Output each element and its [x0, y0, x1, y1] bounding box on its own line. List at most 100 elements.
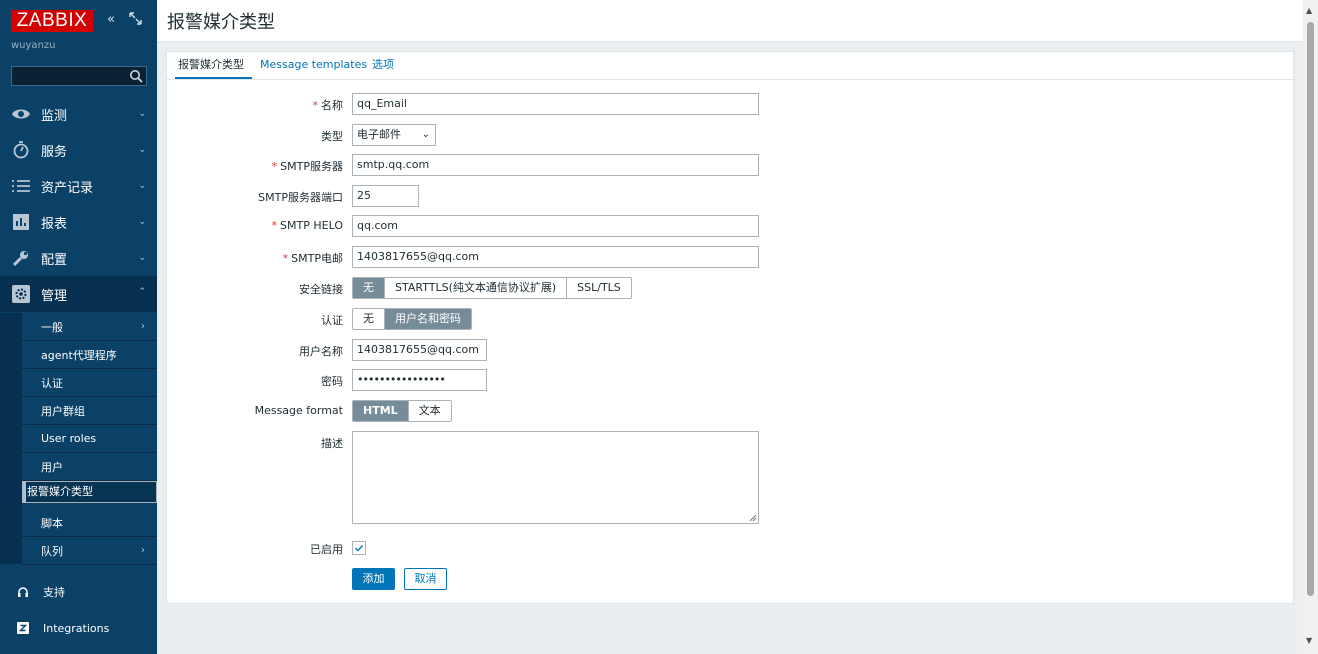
submenu-label: 队列 [41, 544, 63, 558]
required-marker: * [312, 99, 319, 112]
submenu-general[interactable]: 一般 › [22, 313, 157, 341]
chevron-down-icon: ⌄ [138, 109, 146, 119]
menu-monitoring[interactable]: 监测 ⌄ [0, 96, 157, 132]
tab-options[interactable]: 选项 [369, 58, 397, 72]
chevron-down-icon: ⌄ [138, 217, 146, 227]
username-label: 用户名称 [299, 345, 343, 358]
smtp-email-input[interactable]: 1403817655@qq.com [352, 246, 759, 268]
chevron-up-icon: ⌃ [138, 287, 146, 297]
submenu-user-groups[interactable]: 用户群组 [22, 397, 157, 425]
submenu-queue[interactable]: 队列 › [22, 537, 157, 565]
security-option-none[interactable]: 无 [353, 278, 385, 298]
chevron-down-icon: ⌄ [421, 129, 430, 140]
wrench-icon [11, 248, 31, 268]
menu-administration[interactable]: 管理 ⌃ [0, 276, 157, 312]
security-toggle: 无 STARTTLS(纯文本通信协议扩展) SSL/TLS [352, 277, 632, 299]
submenu-scripts[interactable]: 脚本 [22, 509, 157, 537]
zabbix-logo[interactable]: ZABBIX [11, 10, 93, 32]
required-marker: * [271, 219, 278, 232]
smtp-email-label-text: SMTP电邮 [291, 252, 343, 265]
kiosk-mode-icon[interactable] [129, 12, 142, 30]
enabled-checkbox[interactable] [352, 541, 366, 555]
security-option-ssl-tls[interactable]: SSL/TLS [567, 278, 631, 298]
smtp-helo-label-text: SMTP HELO [280, 219, 343, 232]
menu-label: 资产记录 [41, 180, 94, 196]
chevron-right-icon: › [141, 545, 145, 556]
smtp-port-label: SMTP服务器端口 [258, 191, 343, 204]
smtp-server-input[interactable]: smtp.qq.com [352, 154, 759, 176]
search-icon[interactable] [129, 69, 143, 83]
scroll-down-arrow-icon[interactable]: ▼ [1306, 636, 1312, 645]
auth-option-username-password[interactable]: 用户名和密码 [385, 309, 471, 329]
menu-services[interactable]: 服务 ⌄ [0, 132, 157, 168]
scroll-up-arrow-icon[interactable]: ▲ [1306, 6, 1312, 15]
submenu-label: 一般 [41, 320, 63, 334]
chevron-down-icon: ⌄ [138, 253, 146, 263]
type-select[interactable]: 电子邮件 ⌄ [352, 124, 436, 146]
sidebar: ZABBIX « wuyanzu 监测 ⌄ 服务 ⌄ 资产记录 ⌄ 报表 ⌄ 配… [0, 0, 157, 654]
required-marker: * [282, 252, 289, 265]
gear-icon [11, 284, 31, 304]
chevron-down-icon: ⌄ [138, 145, 146, 155]
username-input[interactable]: 1403817655@qq.com [352, 339, 487, 361]
submenu-label: agent代理程序 [41, 348, 117, 362]
chevron-right-icon: › [141, 321, 145, 332]
tab-bar: 报警媒介类型 Message templates 选项 [167, 52, 1293, 80]
auth-option-none[interactable]: 无 [353, 309, 385, 329]
footer-label: 支持 [43, 586, 65, 599]
menu-reports[interactable]: 报表 ⌄ [0, 204, 157, 240]
submenu-label: 脚本 [41, 516, 63, 530]
footer-integrations[interactable]: Integrations [0, 613, 157, 643]
smtp-server-label: * SMTP服务器 [272, 158, 343, 174]
sidebar-search-input[interactable] [11, 66, 147, 86]
tab-media-type[interactable]: 报警媒介类型 [175, 58, 252, 79]
checkmark-icon [355, 545, 364, 552]
footer-label: Integrations [43, 621, 110, 635]
smtp-helo-input[interactable]: qq.com [352, 215, 759, 237]
message-format-label: Message format [254, 404, 343, 417]
format-option-html[interactable]: HTML [353, 401, 409, 421]
scrollbar-thumb[interactable] [1307, 22, 1314, 596]
required-marker: * [271, 160, 278, 173]
message-format-toggle: HTML 文本 [352, 400, 452, 422]
menu-label: 监测 [41, 108, 68, 124]
collapse-sidebar-icon[interactable]: « [107, 12, 115, 28]
cancel-button[interactable]: 取消 [404, 568, 447, 590]
resize-handle-icon[interactable] [749, 514, 757, 522]
name-label-text: 名称 [321, 99, 343, 112]
eye-icon [11, 104, 31, 124]
smtp-email-label: * SMTP电邮 [283, 250, 343, 266]
format-option-text[interactable]: 文本 [408, 401, 451, 421]
description-textarea[interactable] [352, 431, 759, 524]
submenu-gutter [0, 313, 22, 564]
smtp-port-input[interactable]: 25 [352, 185, 419, 207]
add-button[interactable]: 添加 [352, 568, 395, 590]
password-input[interactable]: •••••••••••••••• [352, 369, 487, 391]
menu-inventory[interactable]: 资产记录 ⌄ [0, 168, 157, 204]
menu-label: 管理 [41, 288, 68, 304]
submenu-user-roles[interactable]: User roles [22, 425, 157, 453]
auth-toggle: 无 用户名和密码 [352, 308, 472, 330]
submenu-agent-proxies[interactable]: agent代理程序 [22, 341, 157, 369]
submenu-media-types[interactable]: 报警媒介类型 [22, 481, 157, 503]
enabled-label: 已启用 [310, 543, 343, 556]
type-select-value: 电子邮件 [357, 128, 401, 141]
submenu-authentication[interactable]: 认证 [22, 369, 157, 397]
page-title: 报警媒介类型 [167, 12, 275, 33]
smtp-server-label-text: SMTP服务器 [280, 160, 343, 173]
security-option-starttls[interactable]: STARTTLS(纯文本通信协议扩展) [385, 278, 568, 298]
page-header: 报警媒介类型 [157, 0, 1303, 42]
menu-configuration[interactable]: 配置 ⌄ [0, 240, 157, 276]
password-label: 密码 [321, 375, 343, 388]
type-label: 类型 [321, 130, 343, 143]
submenu-users[interactable]: 用户 [22, 453, 157, 481]
submenu-label: 用户群组 [41, 404, 85, 418]
footer-support[interactable]: 支持 [0, 577, 157, 607]
chevron-down-icon: ⌄ [138, 181, 146, 191]
name-input[interactable]: qq_Email [352, 93, 759, 115]
form-panel: 报警媒介类型 Message templates 选项 * 名称 qq_Email… [166, 51, 1294, 604]
tab-message-templates[interactable]: Message templates [257, 58, 370, 72]
page-scrollbar[interactable]: ▲ ▼ [1303, 0, 1318, 654]
menu-label: 配置 [41, 252, 68, 268]
headset-icon [17, 586, 29, 598]
